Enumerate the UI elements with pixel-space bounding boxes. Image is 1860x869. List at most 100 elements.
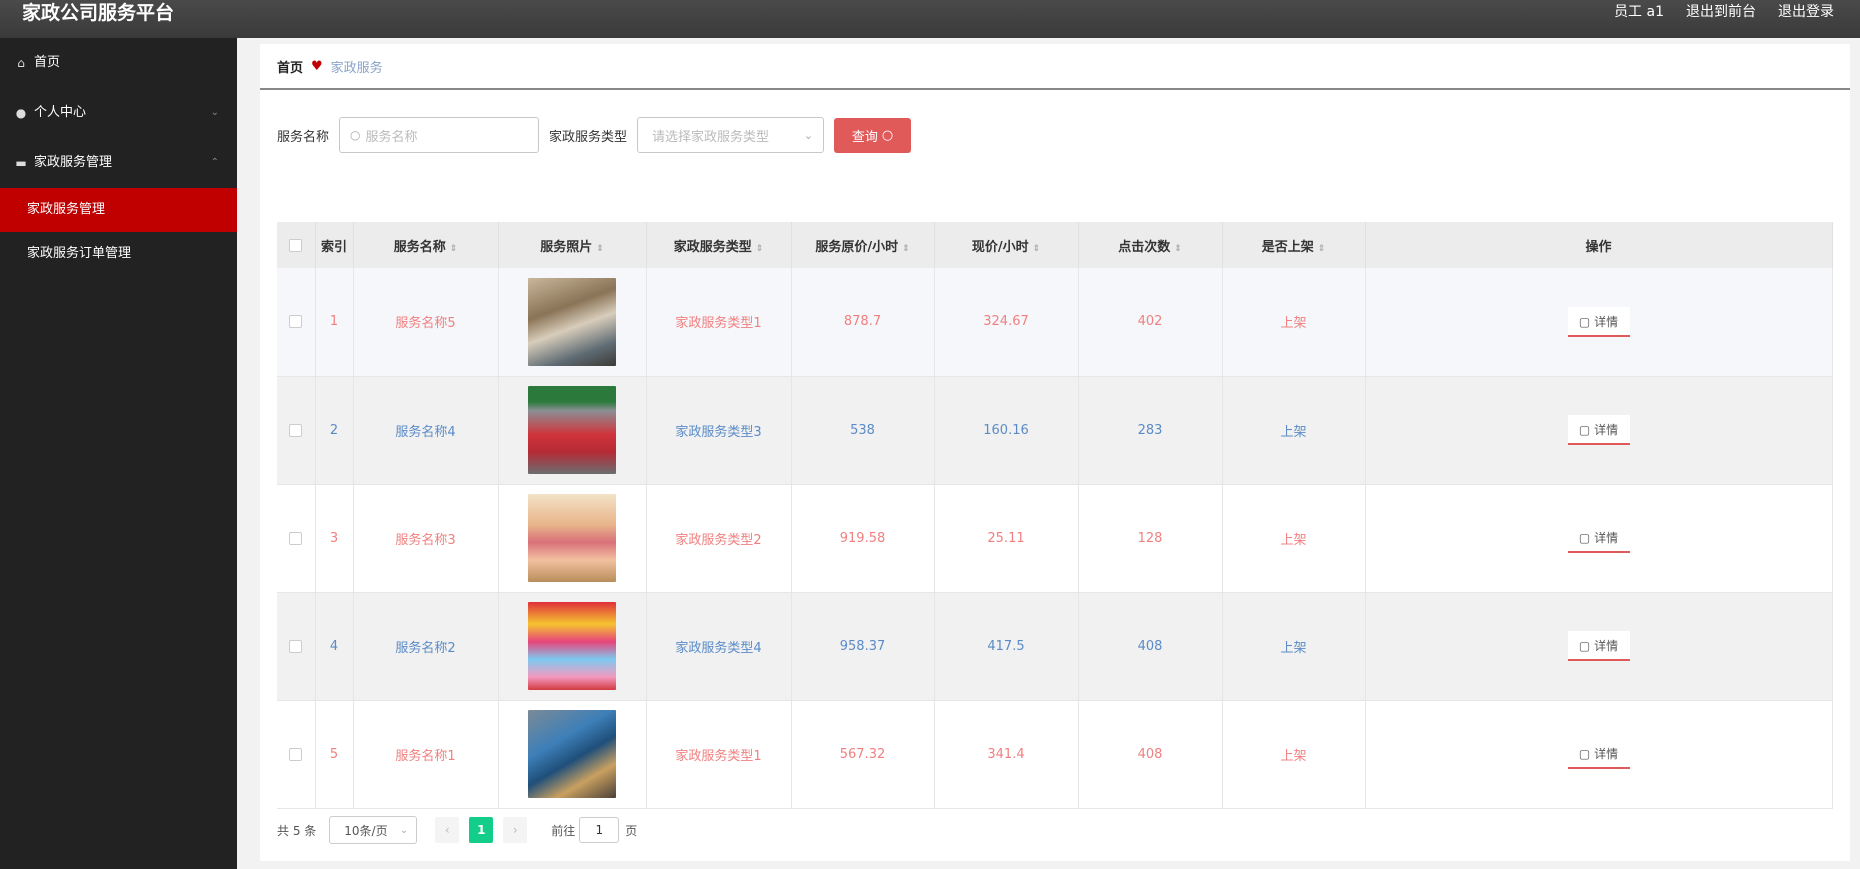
row-select-cell[interactable] [277,376,316,485]
chevron-down-icon: ⌄ [210,107,219,118]
sort-icon[interactable]: ⇕ [1174,244,1182,254]
home-icon: ⌂ [17,56,25,70]
photo-cell [498,700,647,809]
detail-button[interactable]: ▢ 详情 [1567,306,1630,337]
sidebar-item-label: 首页 [34,55,61,70]
name-cell: 服务名称3 [353,484,499,593]
user-icon: ● [15,106,27,120]
name-cell: 服务名称5 [353,268,499,377]
price-cell: 417.5 [934,592,1079,701]
type-cell: 家政服务类型3 [646,376,792,485]
sort-icon[interactable]: ⇕ [596,244,604,254]
breadcrumb-home[interactable]: 首页 [277,57,303,76]
top-actions: 员工 a1 退出到前台 退出登录 [1614,3,1834,21]
name-cell: 服务名称4 [353,376,499,485]
select-all-checkbox[interactable] [289,238,303,252]
sidebar-item-personal-center[interactable]: ● 个人中心 ⌄ [0,88,237,138]
sidebar-subitem-order-management[interactable]: 家政服务订单管理 [0,232,237,276]
row-checkbox[interactable] [289,639,303,653]
table-row: 2 服务名称4 家政服务类型3 538 160.16 283 上架 ▢ 详情 [277,376,1833,485]
row-checkbox[interactable] [289,423,303,437]
chevron-down-icon: ⌄ [803,128,814,142]
service-photo [528,602,616,690]
col-header-status[interactable]: 是否上架 ⇕ [1222,222,1366,268]
row-select-cell[interactable] [277,700,316,809]
service-photo [528,277,616,366]
sort-icon[interactable]: ⇕ [902,244,910,254]
clicks-cell: 408 [1078,592,1223,701]
row-checkbox[interactable] [289,315,303,329]
price-cell: 25.11 [934,484,1079,593]
service-photo [528,710,616,798]
photo-cell [498,484,647,593]
pagination: 共 5 条 10条/页 ⌄ ‹ 1 › 前往 1 页 [277,816,637,844]
row-checkbox[interactable] [289,531,303,545]
search-icon: ○ [350,128,361,142]
detail-button[interactable]: ▢ 详情 [1567,739,1630,769]
sidebar-item-home[interactable]: ⌂ 首页 [0,38,237,88]
col-header-type[interactable]: 家政服务类型 ⇕ [646,222,792,268]
page-size-select[interactable]: 10条/页 ⌄ [329,816,418,844]
photo-cell [498,268,647,377]
search-button-label: 查询 [851,129,878,145]
sort-icon[interactable]: ⇕ [756,244,764,254]
goto-page-input[interactable]: 1 [579,817,620,843]
service-type-label: 家政服务类型 [549,129,628,145]
col-header-index: 索引 [315,222,354,268]
clicks-cell: 283 [1078,376,1223,485]
service-name-input[interactable]: ○ 服务名称 [339,117,540,153]
document-icon: ▢ [1578,747,1595,761]
orig-price-cell: 958.37 [791,592,935,701]
col-header-name[interactable]: 服务名称 ⇕ [353,222,499,268]
service-type-select[interactable]: 请选择家政服务类型 ⌄ [637,117,825,153]
col-header-clicks[interactable]: 点击次数 ⇕ [1078,222,1223,268]
sidebar: ⌂ 首页 ● 个人中心 ⌄ ▬ 家政服务管理 ⌃ 家政服务管理 家政服务订单管理 [0,38,237,869]
orig-price-cell: 878.7 [791,268,935,377]
row-select-cell[interactable] [277,484,316,593]
select-all-cell[interactable] [277,222,316,268]
orig-price-cell: 567.32 [791,700,935,809]
orig-price-cell: 538 [791,376,935,485]
heart-icon: ♥ [311,58,323,74]
prev-page-button[interactable]: ‹ [435,817,460,843]
col-header-orig-price[interactable]: 服务原价/小时 ⇕ [791,222,935,268]
photo-cell [498,592,647,701]
row-checkbox[interactable] [289,747,303,761]
detail-button[interactable]: ▢ 详情 [1567,523,1630,553]
sort-icon[interactable]: ⇕ [1033,244,1041,254]
sort-icon[interactable]: ⇕ [450,244,458,254]
user-name[interactable]: 员工 a1 [1614,3,1664,21]
service-name-placeholder: 服务名称 [365,129,418,145]
breadcrumb: 首页 ♥ 家政服务 [260,44,1850,90]
search-button[interactable]: 查询 ○ [834,117,912,153]
row-select-cell[interactable] [277,592,316,701]
page-number-button[interactable]: 1 [469,817,494,843]
name-cell: 服务名称2 [353,592,499,701]
chevron-up-icon: ⌃ [210,157,219,168]
photo-cell [498,376,647,485]
detail-button[interactable]: ▢ 详情 [1567,415,1630,445]
clicks-cell: 128 [1078,484,1223,593]
document-icon: ▢ [1578,423,1595,437]
page-size-value: 10条/页 [344,823,388,838]
next-page-button[interactable]: › [503,817,528,843]
col-header-price[interactable]: 现价/小时 ⇕ [934,222,1079,268]
back-to-front-link[interactable]: 退出到前台 [1686,3,1756,21]
type-cell: 家政服务类型2 [646,484,792,593]
chevron-down-icon: ⌄ [399,824,409,836]
sidebar-item-service-management[interactable]: ▬ 家政服务管理 ⌃ [0,138,237,188]
price-cell: 324.67 [934,268,1079,377]
col-header-photo[interactable]: 服务照片 ⇕ [498,222,647,268]
sort-icon[interactable]: ⇕ [1318,244,1326,254]
detail-button[interactable]: ▢ 详情 [1567,631,1630,661]
chevron-left-icon: ‹ [444,823,450,837]
document-icon: ▢ [1578,639,1595,653]
logout-link[interactable]: 退出登录 [1778,3,1834,21]
status-cell: 上架 [1222,700,1366,809]
sidebar-subitem-service-management[interactable]: 家政服务管理 [0,188,237,232]
table-row: 4 服务名称2 家政服务类型4 958.37 417.5 408 上架 ▢ 详情 [277,592,1833,701]
row-select-cell[interactable] [277,268,316,377]
search-filter: 服务名称 ○ 服务名称 家政服务类型 请选择家政服务类型 ⌄ 查询 ○ [277,117,912,153]
main-content: 首页 ♥ 家政服务 服务名称 ○ 服务名称 家政服务类型 请选择家政服务类型 ⌄… [260,44,1850,861]
price-cell: 341.4 [934,700,1079,809]
